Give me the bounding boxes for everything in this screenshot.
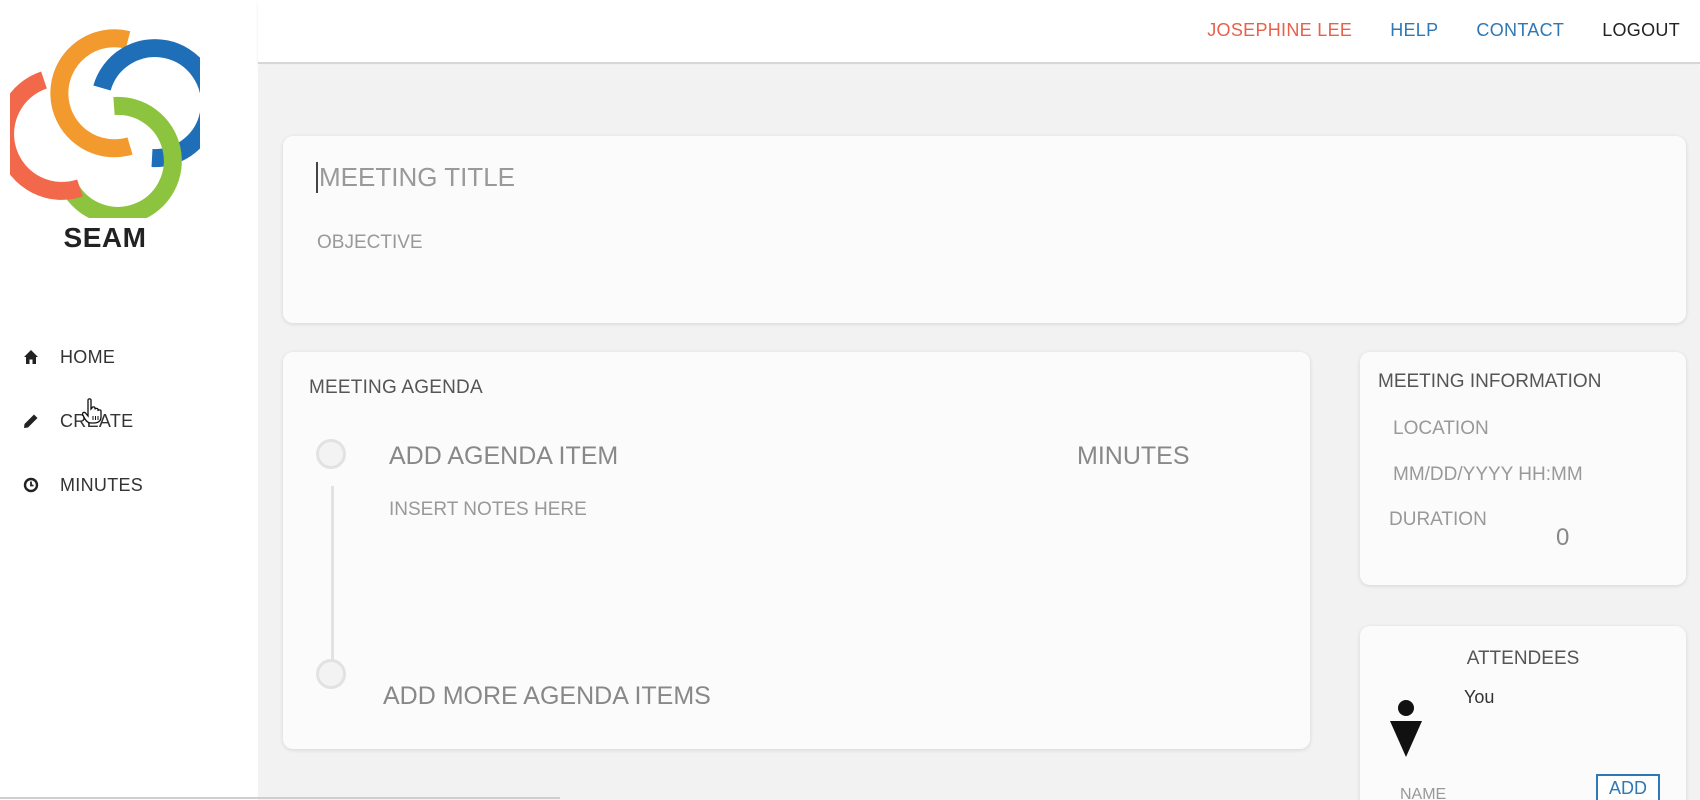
duration-input[interactable]: 0 [1556, 524, 1569, 552]
logout-link[interactable]: LOGOUT [1602, 20, 1680, 41]
attendees-card: ATTENDEES You NAME ADD [1360, 626, 1686, 800]
attendees-heading: ATTENDEES [1466, 648, 1580, 669]
sidebar-item-label: MINUTES [60, 474, 144, 495]
agenda-timeline [331, 486, 334, 674]
home-icon [22, 348, 40, 366]
clock-icon [22, 476, 40, 494]
pencil-icon [22, 412, 40, 430]
add-attendee-button[interactable]: ADD [1596, 774, 1660, 800]
contact-link[interactable]: CONTACT [1476, 20, 1564, 41]
meeting-agenda-card: MEETING AGENDA ADD AGENDA ITEM MINUTES I… [283, 352, 1310, 749]
agenda-item-bullet [316, 439, 346, 469]
meeting-title-card: MEETING TITLE OBJECTIVE [283, 136, 1686, 323]
meeting-title-input[interactable]: MEETING TITLE [316, 162, 515, 193]
hand-cursor-icon [82, 398, 102, 424]
agenda-minutes-input[interactable]: MINUTES [1077, 442, 1190, 471]
duration-label: DURATION [1389, 509, 1487, 530]
top-header: JOSEPHINE LEE HELP CONTACT LOGOUT [258, 0, 1700, 64]
seam-logo[interactable] [10, 18, 200, 218]
objective-input[interactable]: OBJECTIVE [317, 232, 423, 254]
info-heading: MEETING INFORMATION [1378, 371, 1602, 392]
agenda-heading: MEETING AGENDA [309, 377, 483, 398]
add-more-agenda-button[interactable]: ADD MORE AGENDA ITEMS [383, 682, 711, 711]
bottom-divider [0, 797, 560, 799]
datetime-input[interactable]: MM/DD/YYYY HH:MM [1393, 464, 1583, 486]
user-name-link[interactable]: JOSEPHINE LEE [1207, 20, 1352, 41]
person-icon [1390, 700, 1422, 757]
brand-name: SEAM [63, 222, 147, 253]
attendee-you: You [1464, 687, 1495, 707]
sidebar-item-home[interactable]: HOME [22, 325, 143, 389]
main-content: MEETING TITLE OBJECTIVE MEETING AGENDA A… [258, 66, 1700, 800]
location-input[interactable]: LOCATION [1393, 418, 1489, 440]
sidebar-item-label: HOME [60, 346, 116, 367]
attendee-name-input[interactable]: NAME [1400, 786, 1446, 800]
sidebar-item-minutes[interactable]: MINUTES [22, 453, 143, 517]
meeting-info-card: MEETING INFORMATION LOCATION MM/DD/YYYY … [1360, 352, 1686, 585]
agenda-notes-input[interactable]: INSERT NOTES HERE [389, 499, 587, 521]
top-nav: JOSEPHINE LEE HELP CONTACT LOGOUT [1207, 20, 1680, 41]
agenda-item-input[interactable]: ADD AGENDA ITEM [389, 442, 618, 471]
help-link[interactable]: HELP [1390, 20, 1438, 41]
add-agenda-bullet [316, 659, 346, 689]
sidebar: SEAM HOME CREATE MINUTES [0, 0, 258, 800]
